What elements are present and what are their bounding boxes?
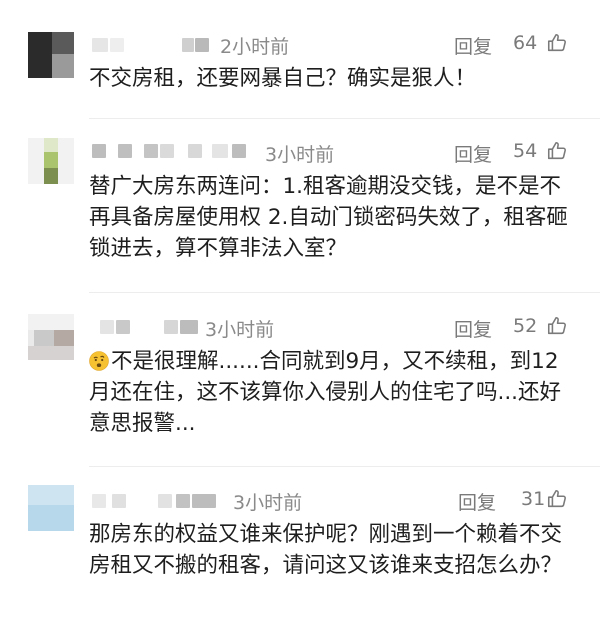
avatar[interactable] bbox=[28, 314, 74, 360]
username-blurred[interactable] bbox=[92, 144, 262, 158]
comment-time: 3小时前 bbox=[233, 492, 303, 514]
comment-time: 3小时前 bbox=[265, 144, 335, 166]
reply-button[interactable]: 回复 bbox=[458, 488, 496, 515]
divider bbox=[89, 118, 600, 119]
comment-text: 不是很理解......合同就到9月，又不续租，到12月还在住，这不该算你入侵别人… bbox=[89, 349, 562, 436]
thinking-face-emoji bbox=[89, 351, 109, 371]
reply-button[interactable]: 回复 bbox=[454, 140, 492, 167]
comment-text: 那房东的权益又谁来保护呢？刚遇到一个赖着不交房租又不搬的租客，请问这又该谁来支招… bbox=[89, 522, 563, 578]
like-count[interactable]: 52 bbox=[513, 315, 537, 337]
like-count[interactable]: 64 bbox=[513, 32, 537, 54]
divider bbox=[89, 292, 600, 293]
username-blurred[interactable] bbox=[92, 494, 232, 508]
avatar[interactable] bbox=[28, 32, 74, 78]
thumbs-up-icon[interactable] bbox=[546, 315, 568, 337]
comment-body: 不是很理解......合同就到9月，又不续租，到12月还在住，这不该算你入侵别人… bbox=[89, 346, 579, 439]
thumbs-up-icon[interactable] bbox=[546, 140, 568, 162]
reply-button[interactable]: 回复 bbox=[454, 32, 492, 59]
divider bbox=[89, 466, 600, 467]
username-blurred[interactable] bbox=[92, 38, 212, 52]
reply-button[interactable]: 回复 bbox=[454, 315, 492, 342]
comment-text: 不交房租，还要网暴自己？确实是狠人！ bbox=[89, 66, 477, 91]
thumbs-up-icon[interactable] bbox=[546, 32, 568, 54]
comment-time: 2小时前 bbox=[220, 36, 290, 58]
like-count[interactable]: 31 bbox=[521, 488, 545, 510]
comment-text: 替广大房东两连问：1.租客逾期没交钱，是不是不再具备房屋使用权 2.自动门锁密码… bbox=[89, 174, 568, 261]
avatar[interactable] bbox=[28, 138, 74, 184]
thumbs-up-icon[interactable] bbox=[546, 488, 568, 510]
avatar[interactable] bbox=[28, 485, 74, 531]
like-count[interactable]: 54 bbox=[513, 140, 537, 162]
username-blurred[interactable] bbox=[92, 320, 212, 334]
comment-time: 3小时前 bbox=[205, 319, 275, 341]
